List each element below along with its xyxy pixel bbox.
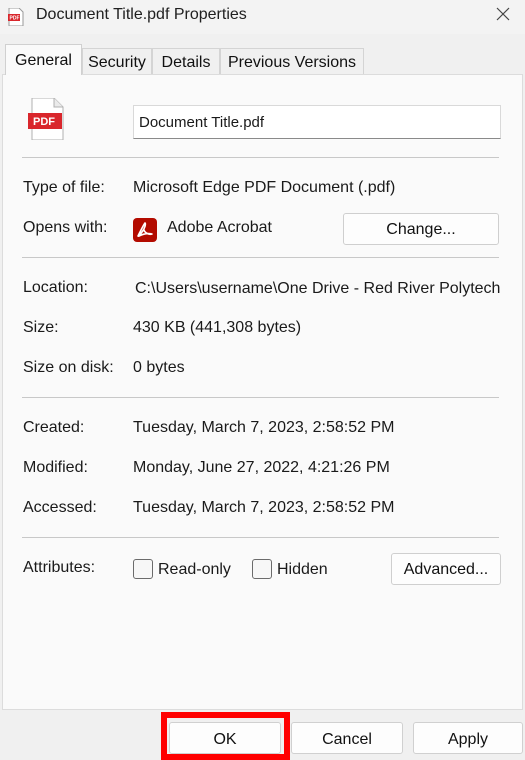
advanced-button[interactable]: Advanced... (391, 553, 501, 585)
location-label: Location: (23, 279, 88, 296)
size-value: 430 KB (441,308 bytes) (133, 319, 302, 336)
tab-general[interactable]: General (5, 44, 82, 75)
accessed-label: Accessed: (23, 499, 97, 516)
modified-label: Modified: (23, 459, 88, 476)
pdf-file-icon: PDF (8, 7, 24, 27)
tab-previous-versions[interactable]: Previous Versions (220, 48, 364, 74)
apply-button[interactable]: Apply (413, 722, 523, 754)
cancel-button[interactable]: Cancel (291, 722, 403, 754)
read-only-checkbox[interactable] (133, 559, 153, 579)
accessed-value: Tuesday, March 7, 2023, 2:58:52 PM (133, 499, 395, 516)
created-label: Created: (23, 419, 85, 436)
modified-value: Monday, June 27, 2022, 4:21:26 PM (133, 459, 390, 476)
size-label: Size: (23, 319, 59, 336)
filename-field[interactable]: Document Title.pdf (133, 105, 501, 139)
read-only-label[interactable]: Read-only (158, 561, 231, 579)
type-of-file-value: Microsoft Edge PDF Document (.pdf) (133, 179, 396, 196)
size-on-disk-label: Size on disk: (23, 359, 114, 376)
opens-with-label: Opens with: (23, 219, 108, 236)
separator (22, 537, 499, 538)
tab-security[interactable]: Security (82, 48, 152, 74)
location-value: C:\Users\username\One Drive - Red River … (135, 280, 501, 297)
opens-with-app: Adobe Acrobat (167, 219, 272, 236)
created-value: Tuesday, March 7, 2023, 2:58:52 PM (133, 419, 395, 436)
pdf-document-icon: PDF (28, 97, 64, 141)
close-icon (496, 7, 510, 21)
hidden-checkbox[interactable] (252, 559, 272, 579)
hidden-label[interactable]: Hidden (277, 561, 328, 579)
tab-details[interactable]: Details (152, 48, 220, 74)
separator (22, 157, 499, 158)
general-panel (2, 74, 523, 710)
title-bar: PDF Document Title.pdf Properties (0, 0, 525, 34)
separator (22, 397, 499, 398)
separator (22, 257, 499, 258)
adobe-acrobat-icon (133, 218, 157, 242)
size-on-disk-value: 0 bytes (133, 359, 185, 376)
attributes-label: Attributes: (23, 559, 96, 576)
window-title: Document Title.pdf Properties (36, 6, 247, 23)
change-button[interactable]: Change... (343, 213, 499, 245)
pdf-document-icon-text: PDF (33, 116, 55, 128)
pdf-file-icon-text: PDF (10, 16, 20, 22)
close-button[interactable] (489, 2, 517, 28)
ok-button[interactable]: OK (169, 722, 281, 754)
type-of-file-label: Type of file: (23, 179, 105, 196)
